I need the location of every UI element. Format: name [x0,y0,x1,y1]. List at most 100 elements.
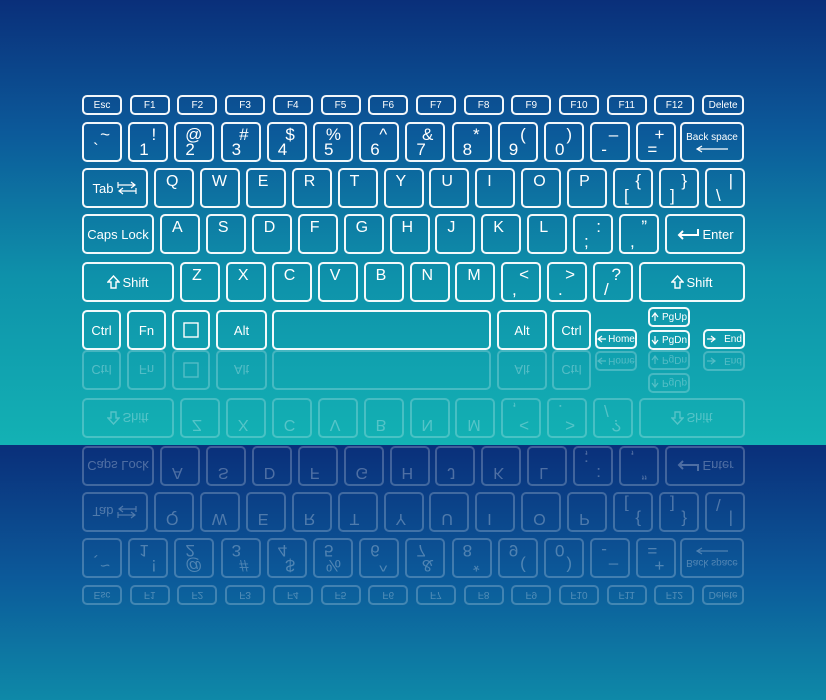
key-t[interactable]: T [337,168,378,208]
key-e[interactable]: E [245,168,286,208]
key-w[interactable]: W [199,168,240,208]
key-slash[interactable]: ? / [593,262,633,302]
shift-label: Shift [686,274,713,290]
key-i[interactable]: I [475,168,516,208]
key-label: F10 [570,99,588,111]
fn-key-f5[interactable]: F5 [320,95,361,115]
shift-label: Shift [122,274,149,290]
key-r[interactable]: R [291,168,332,208]
key-bottom-symbol: , [630,232,635,251]
key-quote[interactable]: ”, [619,214,659,254]
key-top-symbol: } [681,171,687,190]
caps-lock-key[interactable]: Caps Lock [82,214,154,254]
key--: – - [590,538,631,578]
key-m[interactable]: M [455,262,496,302]
fn-key-f7[interactable]: F7 [415,95,456,115]
key-label: Delete [708,589,738,601]
key-x[interactable]: X [225,262,266,302]
key-p[interactable]: P [567,168,608,208]
key-comma[interactable]: <, [501,262,541,302]
key-g[interactable]: G [343,214,384,254]
key-=[interactable]: + = [636,122,677,162]
key-a[interactable]: A [160,214,200,254]
enter-key[interactable]: Enter [665,214,745,254]
home-key[interactable]: Home [595,329,637,349]
key-][interactable]: }] [659,168,699,208]
key-`[interactable]: ~ ` [82,122,122,162]
key-q[interactable]: Q [154,168,194,208]
key-l[interactable]: L [527,214,568,254]
backspace-label: Back space [686,131,738,143]
fn-key-f2[interactable]: F2 [177,95,218,115]
spacebar[interactable] [272,310,491,350]
key-0[interactable]: ) 0 [544,122,584,162]
left-alt-key[interactable]: Alt [216,310,267,350]
fn-key-f10[interactable]: F10 [559,95,599,115]
key--[interactable]: – - [590,122,631,162]
key-9[interactable]: (9 [497,122,538,162]
end-key[interactable]: End [703,329,745,349]
fn-key-esc[interactable]: Esc [82,95,122,115]
fn-key-f2: F2 [177,585,218,605]
key-h[interactable]: H [389,214,430,254]
fn-key-f3[interactable]: F3 [225,95,266,115]
fn-key-f12[interactable]: F12 [654,95,695,115]
fn-key-f4[interactable]: F4 [272,95,313,115]
key-5[interactable]: % 5 [313,122,353,162]
fn-key-f4: F4 [272,585,313,605]
tab-key[interactable]: Tab [82,168,148,208]
key-2: @2 [174,538,215,578]
key-1[interactable]: ! 1 [128,122,169,162]
key-j[interactable]: J [435,214,476,254]
fn-key-f9[interactable]: F9 [511,95,552,115]
key-b[interactable]: B [363,262,404,302]
key-7[interactable]: & 7 [405,122,446,162]
key-4[interactable]: $4 [266,122,307,162]
right-shift-key[interactable]: Shift [639,262,745,302]
key-u[interactable]: U [429,168,470,208]
key-letter: S [217,464,229,481]
left-shift-key[interactable]: Shift [82,262,174,302]
right-alt-key[interactable]: Alt [497,310,547,350]
key-semicolon[interactable]: :; [573,214,613,254]
key-bottom-symbol: 7 [416,140,426,159]
key-bottom-symbol: 4 [277,140,288,159]
key-3[interactable]: #3 [220,122,261,162]
key-bottom-symbol: ; [584,232,589,251]
key-period[interactable]: >. [547,262,587,302]
down-arrow-icon [651,335,659,345]
key-d[interactable]: D [251,214,292,254]
fn-key-esc: Esc [82,585,122,605]
fn-key-f11[interactable]: F11 [606,95,647,115]
key-[[interactable]: {[ [613,168,653,208]
key-z[interactable]: Z [180,262,220,302]
key-top-symbol: ( [520,125,526,144]
pgup-key[interactable]: PgUp [648,307,690,327]
key-6[interactable]: ^ 6 [359,122,400,162]
fn-key-f8[interactable]: F8 [463,95,504,115]
key-8[interactable]: * 8 [451,122,492,162]
backspace-key[interactable]: Back space [680,122,744,162]
key-c[interactable]: C [271,262,312,302]
windows-key[interactable] [172,310,210,350]
pgdn-key[interactable]: PgDn [648,330,690,350]
right-ctrl-key[interactable]: Ctrl [552,310,591,350]
key-4: $4 [266,538,307,578]
key-2[interactable]: @2 [174,122,215,162]
key-k[interactable]: K [481,214,522,254]
key-o[interactable]: O [521,168,562,208]
key-n[interactable]: N [409,262,450,302]
key-backslash[interactable]: | \ [705,168,745,208]
key-bottom-symbol: 3 [231,541,242,560]
fn-key-f1[interactable]: F1 [129,95,170,115]
key-y[interactable]: Y [383,168,424,208]
fn-key-f7: F7 [415,585,456,605]
left-ctrl-key[interactable]: Ctrl [82,310,121,350]
fn-modifier-key[interactable]: Fn [127,310,166,350]
fn-key-delete[interactable]: Delete [702,95,745,115]
fn-key-f6[interactable]: F6 [368,95,409,115]
right-arrow-icon [706,335,717,343]
key-f[interactable]: F [297,214,338,254]
key-s[interactable]: S [205,214,246,254]
key-v[interactable]: V [317,262,358,302]
